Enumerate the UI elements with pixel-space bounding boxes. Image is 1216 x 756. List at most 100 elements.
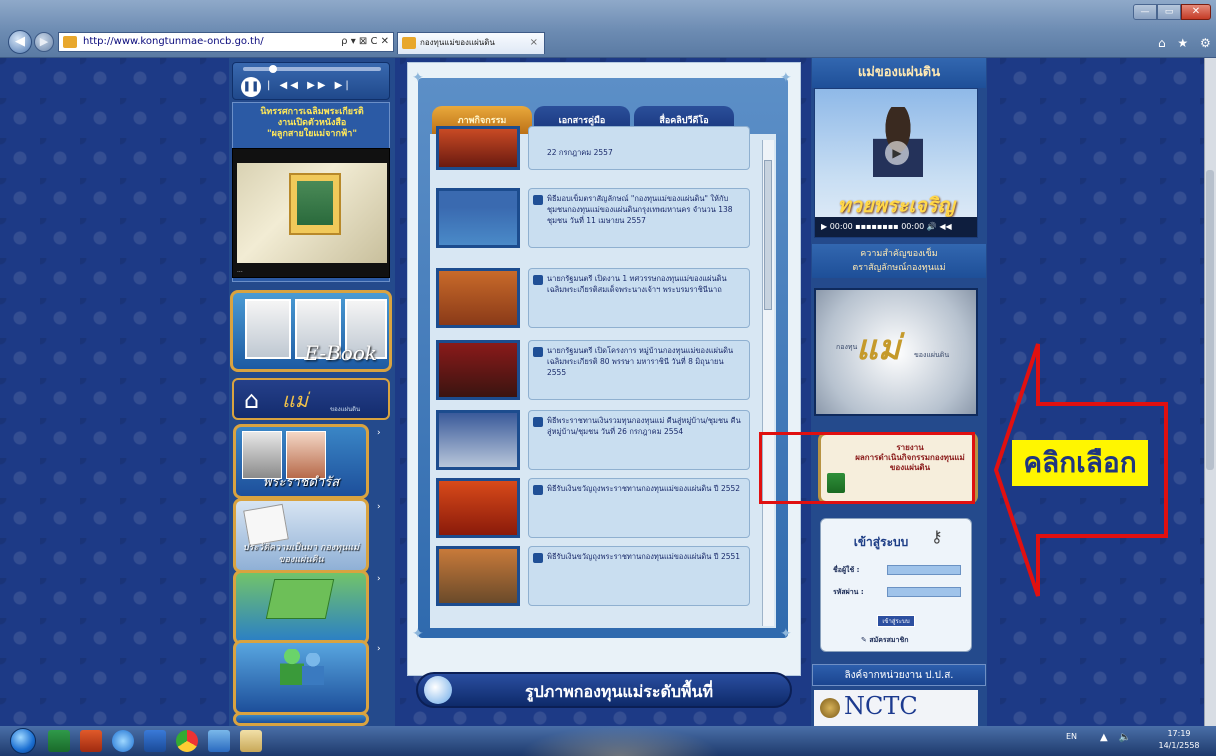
history-button[interactable]: ประวัติความเป็นมา กองทุนแม่ของแผ่นดิน <box>233 498 369 573</box>
page-scrollbar-thumb[interactable] <box>1206 170 1214 470</box>
browser-toolbar-icons[interactable]: ⌂ ★ ⚙ <box>1158 36 1215 50</box>
news-thumbnail <box>436 126 520 170</box>
home-logo-subtitle: ของแผ่นดิน <box>330 406 361 413</box>
nctc-link[interactable]: NCTC <box>814 690 978 726</box>
clock-date: 14/1/2558 <box>1158 741 1200 750</box>
chevron-right-icon: › <box>377 574 381 584</box>
monitor-icon[interactable] <box>208 730 230 752</box>
clock[interactable]: 17:19 14/1/2558 <box>1148 728 1210 752</box>
book-cover-photo <box>297 181 333 225</box>
list-item[interactable]: นายกรัฐมนตรี เปิดโครงการ หมู่บ้านกองทุนแ… <box>436 340 752 402</box>
network-button[interactable] <box>233 640 369 715</box>
news-title: พิธีรับเงินขวัญถุงพระราชทานกองทุนแม่ของแ… <box>547 484 741 493</box>
close-window-button[interactable]: ✕ <box>1181 4 1211 20</box>
folder-icon[interactable] <box>240 730 262 752</box>
list-item[interactable]: พิธีพระราชทานเงินรวมทุนกองทุนแม่ คืนสู่ห… <box>436 410 752 472</box>
player-progress-knob[interactable] <box>269 65 277 73</box>
list-item[interactable]: พิธีมอบเข็มตราสัญลักษณ์ "กองทุนแม่ของแผ่… <box>436 188 752 250</box>
powerpoint-icon[interactable] <box>80 730 102 752</box>
video-controls[interactable]: ▶ 00:00 ▪▪▪▪▪▪▪▪ 00:00 🔊 ◀◀ <box>815 217 977 237</box>
area-gallery-label: รูปภาพกองทุนแม่ระดับพื้นที่ <box>524 682 714 701</box>
browser-toolbar: ◀ ▶ http://www.kongtunmae-oncb.go.th/ ρ … <box>0 0 1216 58</box>
player-controls[interactable]: | ◀◀ ▶▶ ▶| <box>267 80 352 91</box>
news-card: 22 กรกฎาคม 2557 <box>528 126 750 170</box>
login-panel: เข้าสู่ระบบ ⚷ ชื่อผู้ใช้ : รหัสผ่าน : เข… <box>820 518 972 652</box>
promo-video[interactable]: ... <box>232 148 390 278</box>
maximize-button[interactable]: ▭ <box>1157 4 1181 20</box>
register-link[interactable]: ✎ สมัครสมาชิก <box>861 635 908 646</box>
promo-video-caption: ... <box>237 267 243 274</box>
list-item[interactable]: พิธีรับเงินขวัญถุงพระราชทานกองทุนแม่ของแ… <box>436 546 752 608</box>
book-image <box>265 579 335 619</box>
back-button[interactable]: ◀ <box>8 30 32 54</box>
promo-title: นิทรรศการเฉลิมพระเกียรติ งานเปิดตัวหนังส… <box>260 107 364 139</box>
play-icon[interactable]: ▶ <box>885 141 909 165</box>
agency-links-title: ลิงค์จากหน่วยงาน ป.ป.ส. <box>812 664 986 686</box>
bullet-icon <box>533 417 543 427</box>
password-field[interactable] <box>887 587 961 597</box>
list-item[interactable]: พิธีรับเงินขวัญถุงพระราชทานกองทุนแม่ของแ… <box>436 478 752 540</box>
start-button[interactable] <box>10 728 36 754</box>
login-button[interactable]: เข้าสู่ระบบ <box>877 615 915 627</box>
chrome-icon[interactable] <box>176 730 198 752</box>
news-thumbnail <box>436 340 520 400</box>
royal-speech-button[interactable]: พระราชดำรัส <box>233 424 369 499</box>
forward-button[interactable]: ▶ <box>34 32 54 52</box>
mother-video[interactable]: ▶ ทวยพระเจริญ ▶ 00:00 ▪▪▪▪▪▪▪▪ 00:00 🔊 ◀… <box>814 88 978 238</box>
key-icon: ⚷ <box>931 527 943 546</box>
highlight-box <box>759 432 975 504</box>
internet-explorer-icon[interactable] <box>112 730 134 752</box>
news-title: พิธีรับเงินขวัญถุงพระราชทานกองทุนแม่ของแ… <box>547 552 741 561</box>
minimize-button[interactable]: — <box>1133 4 1157 20</box>
tab-title: กองทุนแม่ของแผ่นดิน <box>420 38 495 47</box>
username-field[interactable] <box>887 565 961 575</box>
more-menu-button[interactable] <box>233 712 369 726</box>
excel-icon[interactable] <box>48 730 70 752</box>
news-title: พิธีมอบเข็มตราสัญลักษณ์ "กองทุนแม่ของแผ่… <box>547 194 733 225</box>
address-controls[interactable]: ρ ▾ ⊠ C ✕ <box>341 33 389 51</box>
news-card: นายกรัฐมนตรี เปิดงาน 1 ทศวรรษกองทุนแม่ขอ… <box>528 268 750 328</box>
document-stack-image <box>243 503 289 547</box>
logo-suffix: ของแผ่นดิน <box>914 351 950 359</box>
word-icon[interactable] <box>144 730 166 752</box>
browser-tab[interactable]: กองทุนแม่ของแผ่นดิน × <box>397 32 545 54</box>
audio-player[interactable]: ❚❚ | ◀◀ ▶▶ ▶| <box>232 62 390 100</box>
news-thumbnail <box>436 546 520 606</box>
promo-video-frame <box>237 163 387 263</box>
language-indicator[interactable]: EN <box>1066 732 1077 741</box>
chevron-right-icon: › <box>377 644 381 654</box>
address-bar[interactable]: http://www.kongtunmae-oncb.go.th/ ρ ▾ ⊠ … <box>58 32 394 52</box>
news-thumbnail <box>436 268 520 328</box>
nctc-logo: NCTC <box>844 692 918 720</box>
list-item[interactable]: นายกรัฐมนตรี เปิดงาน 1 ทศวรรษกองทุนแม่ขอ… <box>436 268 752 330</box>
manual-button[interactable] <box>233 570 369 645</box>
bullet-icon <box>533 347 543 357</box>
ebook-button[interactable]: E-Book <box>230 290 392 372</box>
username-label: ชื่อผู้ใช้ : <box>833 566 860 574</box>
fund-logo-banner[interactable]: กองทุน แม่ ของแผ่นดิน <box>814 288 978 416</box>
password-label: รหัสผ่าน : <box>833 588 864 596</box>
home-button[interactable]: ⌂ แม่ ของแผ่นดิน <box>232 378 390 420</box>
corner-ornament-icon: ✦ <box>412 626 424 642</box>
tray-icons[interactable]: ▲ 🔈 <box>1100 732 1135 743</box>
list-item[interactable]: 22 กรกฎาคม 2557 <box>436 126 752 180</box>
book-cover-image <box>289 173 341 235</box>
register-label: สมัครสมาชิก <box>869 636 909 644</box>
emblem-importance-title[interactable]: ความสำคัญของเข็ม ตราสัญลักษณ์กองทุนแม่ <box>812 244 986 278</box>
news-title: 22 กรกฎาคม 2557 <box>547 148 613 157</box>
address-url: http://www.kongtunmae-oncb.go.th/ <box>83 36 264 47</box>
news-card: พิธีพระราชทานเงินรวมทุนกองทุนแม่ คืนสู่ห… <box>528 410 750 470</box>
area-gallery-button[interactable]: รูปภาพกองทุนแม่ระดับพื้นที่ <box>416 672 792 708</box>
news-card: นายกรัฐมนตรี เปิดโครงการ หมู่บ้านกองทุนแ… <box>528 340 750 400</box>
news-thumbnail <box>436 478 520 538</box>
pause-icon[interactable]: ❚❚ <box>241 77 261 97</box>
news-title: นายกรัฐมนตรี เปิดงาน 1 ทศวรรษกองทุนแม่ขอ… <box>547 274 727 294</box>
news-scrollbar-thumb[interactable] <box>764 160 772 310</box>
corner-ornament-icon: ✦ <box>412 70 424 86</box>
tab-close-icon[interactable]: × <box>530 33 538 53</box>
player-progress-track[interactable] <box>243 67 381 71</box>
clock-time: 17:19 <box>1167 729 1191 738</box>
mother-of-land-title: แม่ของแผ่นดิน <box>812 58 986 88</box>
news-title: นายกรัฐมนตรี เปิดโครงการ หมู่บ้านกองทุนแ… <box>547 346 734 377</box>
home-icon: ⌂ <box>244 386 260 414</box>
